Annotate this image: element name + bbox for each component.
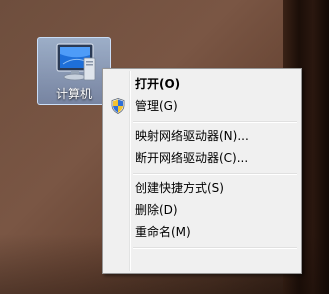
menu-item-create-shortcut[interactable]: 创建快捷方式(S) <box>105 177 299 199</box>
menu-separator <box>133 247 297 249</box>
menu-item-delete[interactable]: 删除(D) <box>105 199 299 221</box>
menu-separator <box>133 121 297 123</box>
uac-shield-icon <box>111 98 125 114</box>
menu-item-label: 打开(O) <box>135 77 181 91</box>
menu-item-label: 重命名(M) <box>135 225 191 239</box>
menu-item-rename[interactable]: 重命名(M) <box>105 221 299 243</box>
menu-item-label: 管理(G) <box>135 99 178 113</box>
desktop-icon-computer[interactable]: 计算机 <box>37 37 111 105</box>
menu-item-label: 映射网络驱动器(N)... <box>135 129 249 143</box>
desktop-icon-label: 计算机 <box>55 87 92 101</box>
context-menu: 打开(O) 管理(G) 映射网络驱动器(N)... 断开网络驱动器(C)... … <box>102 68 302 274</box>
menu-item-label: 断开网络驱动器(C)... <box>135 151 249 165</box>
menu-item-label: 删除(D) <box>135 203 178 217</box>
menu-item-manage[interactable]: 管理(G) <box>105 95 299 117</box>
menu-item-disconnect-network-drive[interactable]: 断开网络驱动器(C)... <box>105 147 299 169</box>
computer-icon <box>56 43 96 81</box>
menu-item-open[interactable]: 打开(O) <box>105 73 299 95</box>
menu-separator <box>133 173 297 175</box>
menu-item-map-network-drive[interactable]: 映射网络驱动器(N)... <box>105 125 299 147</box>
menu-item-properties[interactable] <box>105 251 299 273</box>
menu-item-label: 创建快捷方式(S) <box>135 181 224 195</box>
